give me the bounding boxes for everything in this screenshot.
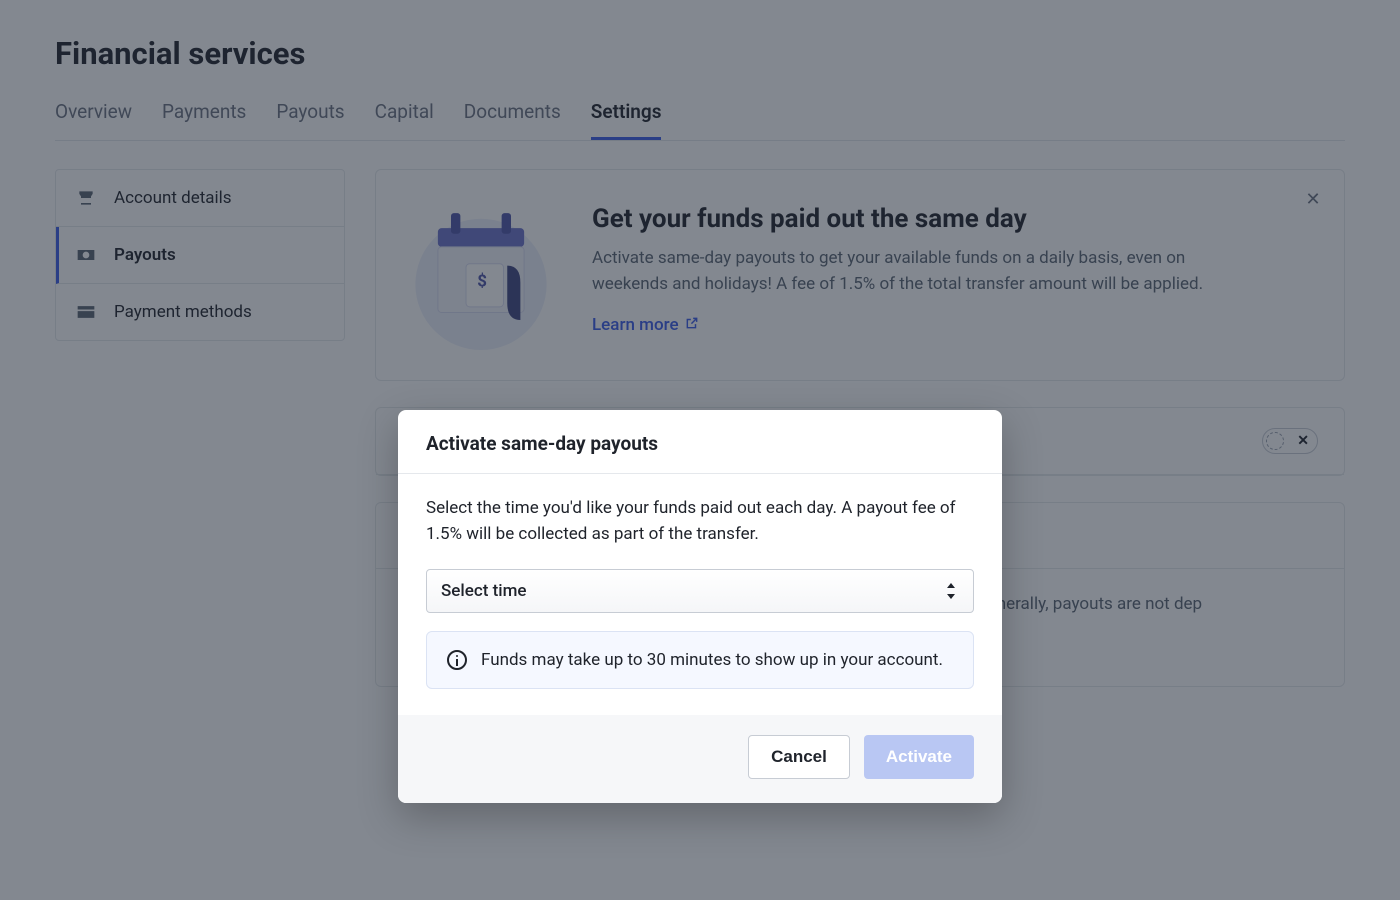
modal-header: Activate same-day payouts [398,410,1002,474]
activate-button[interactable]: Activate [864,735,974,779]
modal-footer: Cancel Activate [398,715,1002,803]
chevron-updown-icon [947,582,959,600]
select-placeholder: Select time [441,581,527,601]
modal-title: Activate same-day payouts [426,432,974,455]
modal-overlay[interactable]: Activate same-day payouts Select the tim… [0,0,1400,900]
info-text: Funds may take up to 30 minutes to show … [481,650,943,670]
cancel-button[interactable]: Cancel [748,735,850,779]
info-icon [447,650,467,670]
modal-body: Select the time you'd like your funds pa… [398,474,1002,715]
modal-description: Select the time you'd like your funds pa… [426,496,974,547]
info-callout: Funds may take up to 30 minutes to show … [426,631,974,689]
payout-time-select[interactable]: Select time [426,569,974,613]
activate-payouts-modal: Activate same-day payouts Select the tim… [398,410,1002,803]
page-root: Financial services Overview Payments Pay… [0,0,1400,900]
